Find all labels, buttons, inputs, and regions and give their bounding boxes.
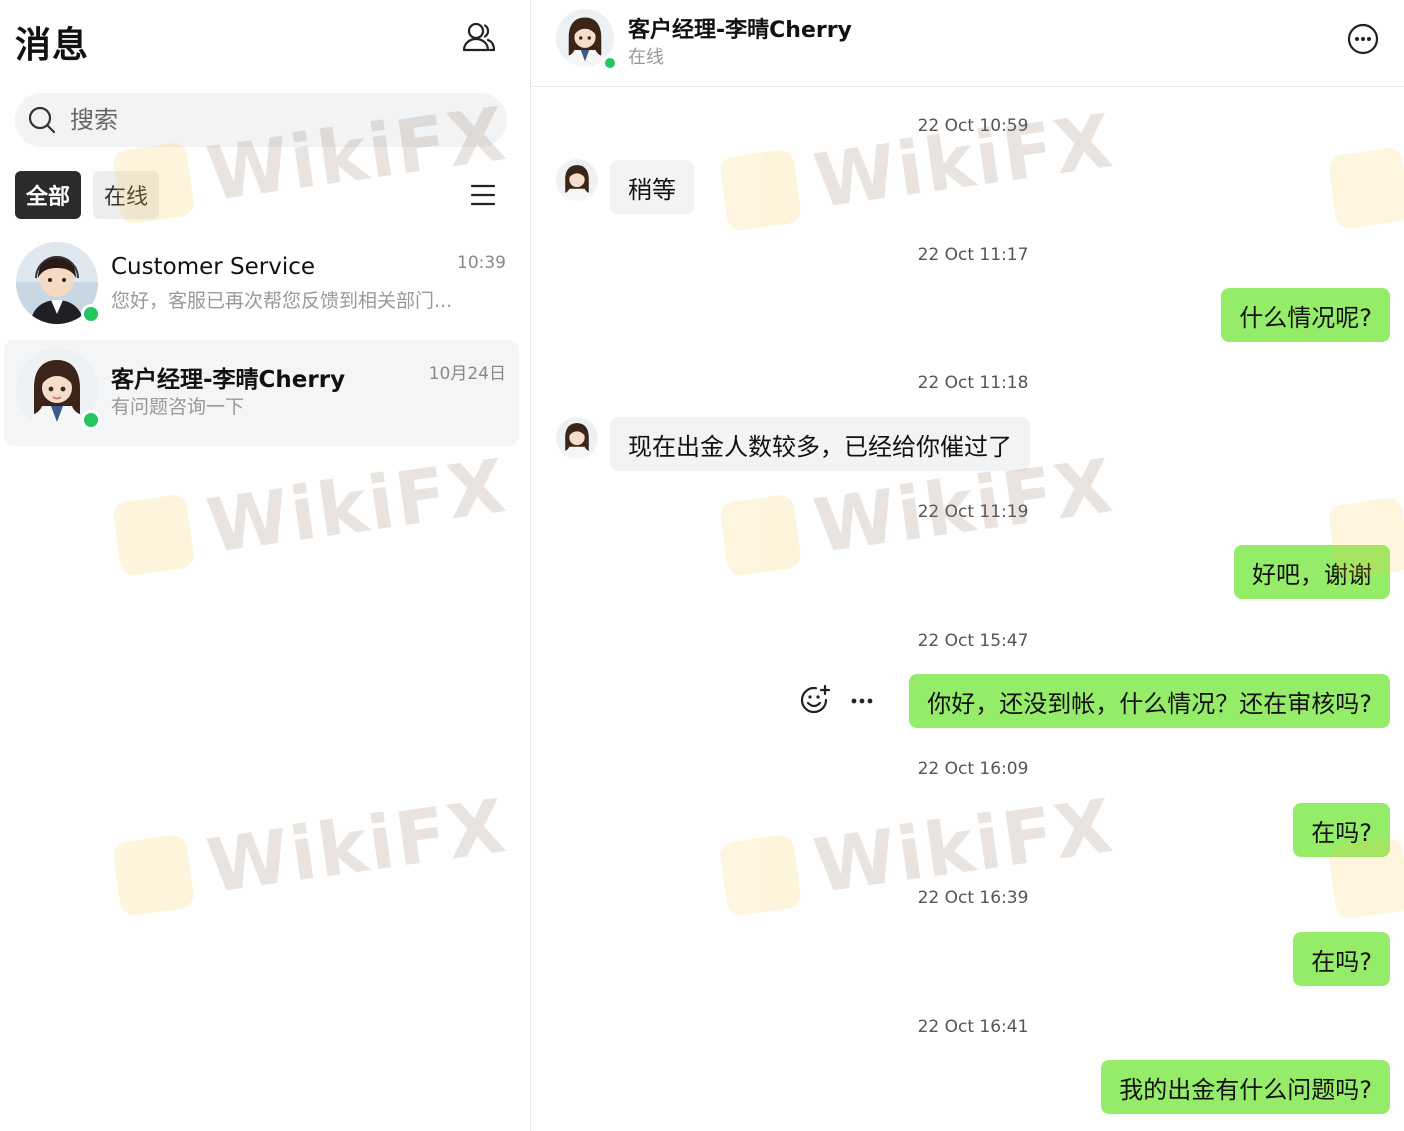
conversation-list-pane: 消息 全部 在线: [0, 0, 531, 1131]
user-contacts-icon: [462, 22, 496, 52]
menu-icon: [470, 184, 496, 206]
message-timestamp: 22 Oct 11:17: [917, 245, 1029, 265]
tab-all[interactable]: 全部: [15, 171, 81, 219]
conversation-title: 客户经理-李晴Cherry: [628, 18, 852, 43]
message-bubble-outgoing[interactable]: 在吗?: [1293, 803, 1390, 857]
message-timestamp: 22 Oct 16:39: [917, 888, 1029, 908]
online-status-dot: [602, 55, 618, 71]
contacts-button[interactable]: [460, 18, 498, 56]
online-status-dot: [81, 410, 101, 430]
chat-item-preview: 您好，客服已再次帮您反馈到相关部门...: [111, 290, 453, 312]
message-bubble-outgoing[interactable]: 在吗?: [1293, 932, 1390, 986]
avatar[interactable]: [556, 417, 598, 459]
message-timestamp: 22 Oct 11:19: [917, 502, 1029, 522]
message-timestamp: 22 Oct 16:09: [917, 759, 1029, 779]
chat-item-time: 10月24日: [428, 364, 506, 384]
filter-menu-button[interactable]: [468, 180, 498, 210]
chat-item-time: 10:39: [457, 253, 506, 273]
watermark: WikiFX: [111, 443, 512, 583]
message-timestamp: 22 Oct 15:47: [917, 631, 1029, 651]
message-more-button[interactable]: [845, 683, 879, 717]
message-timestamp: 22 Oct 11:18: [917, 373, 1029, 393]
online-status-dot: [81, 304, 101, 324]
avatar[interactable]: [556, 159, 598, 201]
message-bubble-outgoing[interactable]: 什么情况呢?: [1221, 288, 1390, 342]
message-bubble-outgoing[interactable]: 我的出金有什么问题吗?: [1101, 1060, 1390, 1114]
search-bar[interactable]: [15, 93, 507, 147]
more-options-button[interactable]: [1346, 22, 1380, 56]
emoji-reaction-icon: [800, 684, 831, 714]
search-icon: [28, 106, 56, 134]
tab-online[interactable]: 在线: [93, 171, 159, 219]
chat-item-account-manager[interactable]: 客户经理-李晴Cherry 10月24日 有问题咨询一下: [4, 340, 519, 446]
message-bubble-incoming[interactable]: 稍等: [610, 160, 694, 214]
search-input[interactable]: [70, 106, 470, 134]
message-timestamp: 22 Oct 16:41: [917, 1017, 1029, 1037]
conversation-header: 客户经理-李晴Cherry 在线: [532, 0, 1404, 87]
conversation-status: 在线: [628, 47, 664, 68]
chat-item-preview: 有问题咨询一下: [111, 396, 245, 418]
emoji-reaction-button[interactable]: [798, 683, 832, 717]
watermark: [1327, 144, 1404, 231]
chat-item-name: 客户经理-李晴Cherry: [111, 367, 346, 393]
conversation-pane: 客户经理-李晴Cherry 在线 22 Oct 10:59 稍等 22 Oct …: [532, 0, 1404, 1131]
chat-item-name: Customer Service: [111, 254, 316, 280]
more-dots-icon: [851, 698, 873, 704]
more-options-icon: [1347, 23, 1379, 55]
message-bubble-incoming[interactable]: 现在出金人数较多，已经给你催过了: [610, 417, 1030, 471]
page-title: 消息: [15, 25, 90, 66]
message-bubble-outgoing[interactable]: 好吧，谢谢: [1234, 545, 1390, 599]
message-timestamp: 22 Oct 10:59: [917, 116, 1029, 136]
chat-item-customer-service[interactable]: Customer Service 10:39 您好，客服已再次帮您反馈到相关部门…: [4, 234, 519, 340]
watermark: WikiFX: [111, 783, 512, 923]
message-bubble-outgoing[interactable]: 你好，还没到帐，什么情况？还在审核吗?: [909, 674, 1390, 728]
